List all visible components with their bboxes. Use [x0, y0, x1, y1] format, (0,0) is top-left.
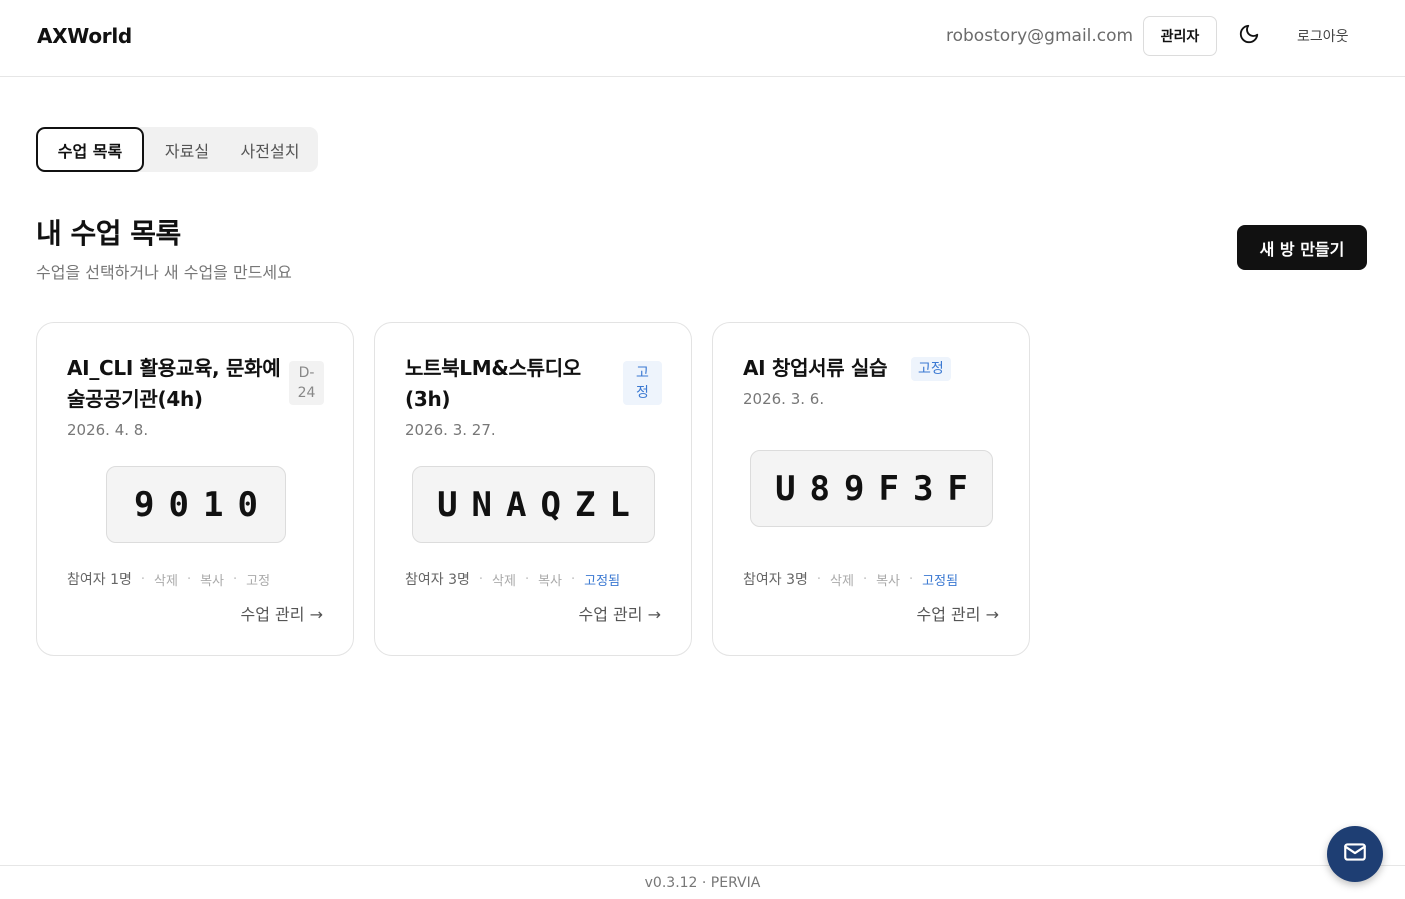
separator-dot: ·	[140, 571, 146, 587]
dday-badge: D-24	[289, 361, 324, 405]
unpin-button[interactable]: 고정됨	[922, 570, 958, 589]
footer: v0.3.12 · PERVIA	[0, 865, 1405, 899]
manage-class-link[interactable]: 수업 관리 →	[241, 601, 323, 625]
class-code[interactable]: UNAQZL	[412, 466, 655, 543]
class-title: AI_CLI 활용교육, 문화예술공공기관(4h)	[67, 356, 281, 411]
mail-icon	[1342, 839, 1368, 869]
tab-class-list[interactable]: 수업 목록	[36, 127, 144, 172]
delete-button[interactable]: 삭제	[154, 570, 178, 589]
logout-button[interactable]: 로그아웃	[1297, 26, 1349, 46]
separator-dot: ·	[478, 571, 484, 587]
pin-button[interactable]: 고정	[246, 570, 270, 589]
class-card[interactable]: 노트북LM&스튜디오(3h) 고정 2026. 3. 27. UNAQZL 참여…	[374, 322, 692, 656]
pinned-badge: 고정	[623, 361, 662, 405]
separator-dot: ·	[862, 571, 868, 587]
class-meta: 참여자 1명 · 삭제 · 복사 · 고정	[67, 569, 270, 589]
separator-dot: ·	[571, 571, 576, 587]
page-subtitle: 수업을 선택하거나 새 수업을 만드세요	[36, 263, 292, 282]
manage-class-link[interactable]: 수업 관리 →	[579, 601, 661, 625]
tab-preinstall[interactable]: 사전설치	[226, 127, 314, 172]
tab-resources[interactable]: 자료실	[144, 127, 230, 172]
admin-button[interactable]: 관리자	[1143, 16, 1217, 56]
class-card[interactable]: AI 창업서류 실습 고정 2026. 3. 6. U89F3F 참여자 3명 …	[712, 322, 1030, 656]
section-tabs: 수업 목록 자료실 사전설치	[36, 127, 318, 172]
manage-class-link[interactable]: 수업 관리 →	[917, 601, 999, 625]
class-title: 노트북LM&스튜디오(3h)	[405, 356, 581, 411]
new-room-button[interactable]: 새 방 만들기	[1237, 225, 1367, 270]
moon-icon	[1238, 23, 1260, 49]
user-email: robostory@gmail.com	[946, 26, 1134, 46]
separator-dot: ·	[909, 571, 914, 587]
class-card[interactable]: AI_CLI 활용교육, 문화예술공공기관(4h) D-24 2026. 4. …	[36, 322, 354, 656]
class-meta: 참여자 3명 · 삭제 · 복사 · 고정됨	[405, 569, 620, 589]
contact-mail-button[interactable]	[1327, 826, 1383, 882]
delete-button[interactable]: 삭제	[492, 570, 516, 589]
copy-button[interactable]: 복사	[876, 570, 900, 589]
theme-toggle-button[interactable]	[1236, 23, 1262, 49]
class-date: 2026. 3. 6.	[743, 390, 825, 408]
class-code[interactable]: U89F3F	[750, 450, 993, 527]
class-date: 2026. 4. 8.	[67, 421, 149, 439]
top-header: AXWorld robostory@gmail.com 관리자 로그아웃	[0, 0, 1405, 77]
copy-button[interactable]: 복사	[538, 570, 562, 589]
class-title: AI 창업서류 실습	[743, 356, 888, 380]
copy-button[interactable]: 복사	[200, 570, 224, 589]
unpin-button[interactable]: 고정됨	[584, 570, 620, 589]
separator-dot: ·	[186, 571, 192, 587]
separator-dot: ·	[233, 571, 238, 587]
version-text: v0.3.12 · PERVIA	[644, 874, 761, 891]
pinned-badge: 고정	[911, 357, 951, 381]
separator-dot: ·	[816, 571, 822, 587]
participant-count: 참여자 3명	[743, 572, 808, 588]
participant-count: 참여자 1명	[67, 572, 132, 588]
separator-dot: ·	[524, 571, 530, 587]
page-title: 내 수업 목록	[36, 217, 181, 250]
brand-logo[interactable]: AXWorld	[37, 24, 132, 48]
participant-count: 참여자 3명	[405, 572, 470, 588]
delete-button[interactable]: 삭제	[830, 570, 854, 589]
class-meta: 참여자 3명 · 삭제 · 복사 · 고정됨	[743, 569, 958, 589]
class-code[interactable]: 9010	[106, 466, 286, 543]
class-date: 2026. 3. 27.	[405, 421, 496, 439]
